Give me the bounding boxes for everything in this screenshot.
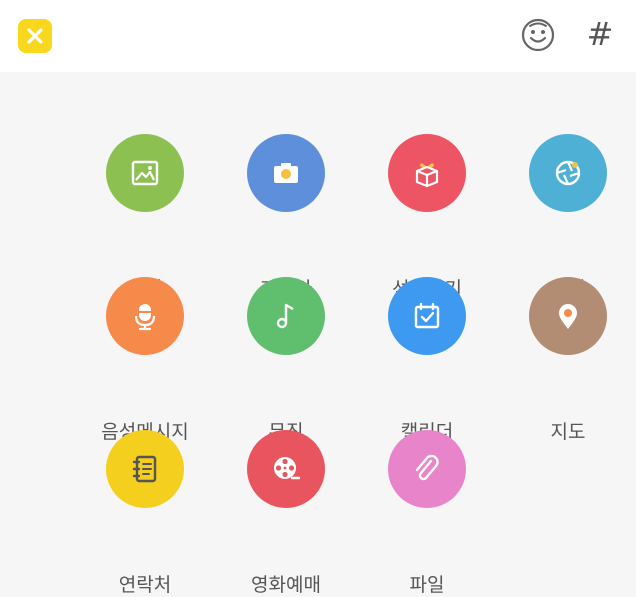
album-circle	[106, 134, 184, 212]
voice-message-circle	[106, 277, 184, 355]
capture-icon	[555, 160, 581, 186]
gift-icon	[415, 163, 439, 188]
music-item[interactable]: 뮤직	[216, 277, 356, 443]
close-button[interactable]	[18, 19, 52, 53]
contacts-circle	[106, 430, 184, 508]
album-item[interactable]: 앨범	[75, 134, 215, 300]
contact-book-icon	[132, 455, 157, 483]
close-icon	[27, 28, 43, 44]
capture-circle	[529, 134, 607, 212]
calendar-item[interactable]: 캘린더	[357, 277, 497, 443]
calendar-icon	[414, 302, 440, 329]
movie-booking-circle	[247, 430, 325, 508]
camera-icon	[274, 163, 298, 183]
file-label: 파일	[409, 574, 445, 596]
voice-message-item[interactable]: 음성메시지	[75, 277, 215, 443]
map-item[interactable]: 지도	[498, 277, 636, 443]
movie-booking-label: 영화예매	[251, 574, 321, 596]
file-item[interactable]: 파일	[357, 430, 497, 596]
emoticon-button[interactable]	[520, 17, 556, 53]
attachment-grid: 앨범 카메라 선물하기 캡처	[0, 72, 636, 596]
emoticon-icon	[521, 18, 555, 52]
film-reel-icon	[274, 457, 301, 480]
gift-circle	[388, 134, 466, 212]
top-bar: #	[0, 0, 636, 72]
map-circle	[529, 277, 607, 355]
camera-item[interactable]: 카메라	[216, 134, 356, 300]
file-circle	[388, 430, 466, 508]
camera-circle	[247, 134, 325, 212]
capture-item[interactable]: 캡처	[498, 134, 636, 300]
music-note-icon	[276, 303, 294, 329]
paperclip-icon	[415, 454, 439, 481]
map-pin-icon	[559, 304, 577, 329]
microphone-icon	[134, 304, 156, 331]
gift-item[interactable]: 선물하기	[357, 134, 497, 300]
movie-booking-item[interactable]: 영화예매	[216, 430, 356, 596]
music-circle	[247, 277, 325, 355]
calendar-circle	[388, 277, 466, 355]
image-icon	[131, 160, 159, 186]
hashtag-button[interactable]: #	[580, 14, 620, 54]
contacts-label: 연락처	[118, 574, 172, 596]
contacts-item[interactable]: 연락처	[75, 430, 215, 596]
map-label: 지도	[550, 421, 586, 443]
